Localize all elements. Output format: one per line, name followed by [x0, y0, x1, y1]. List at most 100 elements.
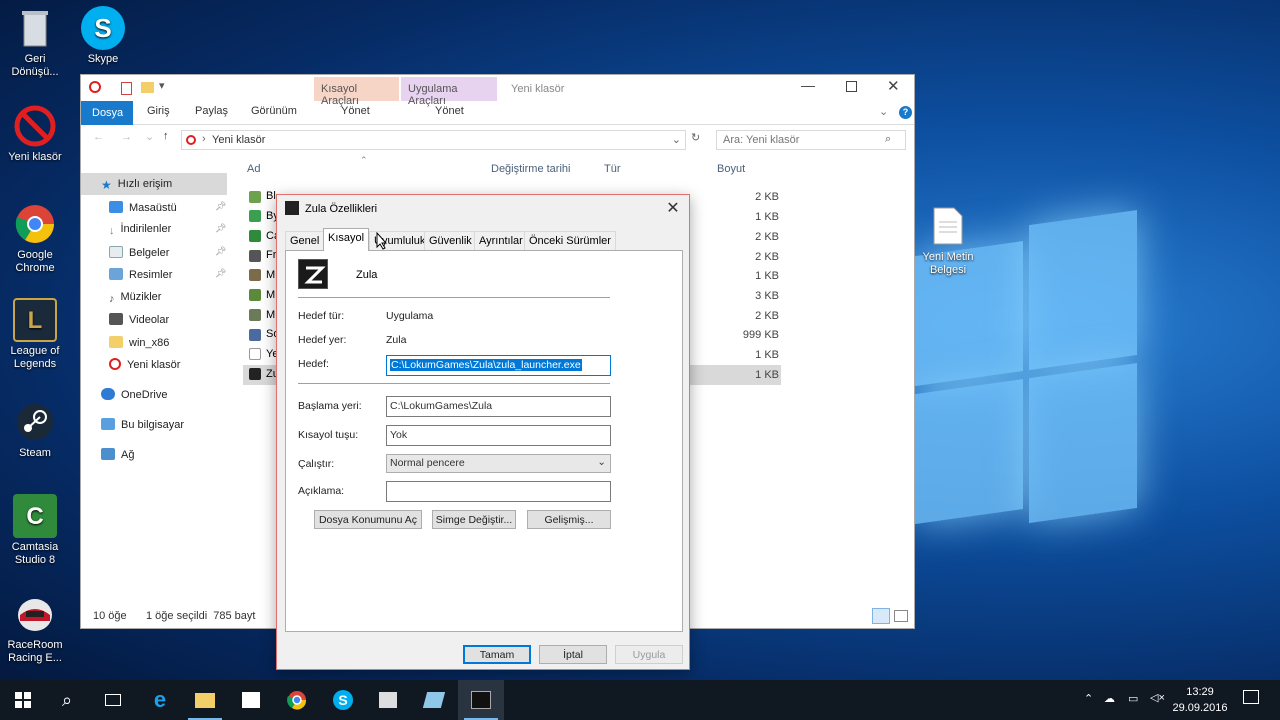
desktop-icon-camtasia[interactable]: C Camtasia Studio 8: [0, 494, 70, 567]
properties-dialog: Zula Özellikleri ✕ Genel Kısayol Uyumlul…: [276, 194, 690, 670]
store-icon: [242, 692, 260, 708]
change-icon-button[interactable]: Simge Değiştir...: [432, 510, 516, 529]
tab-previous-versions[interactable]: Önceki Sürümler: [524, 231, 616, 251]
run-select[interactable]: Normal pencere ⌄: [386, 454, 611, 473]
minimize-button[interactable]: —: [801, 77, 815, 93]
desktop-icon-skype[interactable]: S Skype: [68, 6, 138, 66]
task-view-button[interactable]: [90, 680, 136, 720]
nav-network[interactable]: Ağ: [101, 445, 231, 465]
help-icon[interactable]: ?: [899, 106, 912, 119]
desktop-icon-steam[interactable]: Steam: [0, 400, 70, 460]
maximize-button[interactable]: [846, 81, 857, 92]
taskbar-skype[interactable]: S: [320, 680, 366, 720]
tab-share[interactable]: Paylaş: [195, 105, 228, 117]
nav-onedrive[interactable]: OneDrive: [101, 385, 231, 405]
column-type[interactable]: Tür: [604, 163, 621, 175]
target-type-value: Uygulama: [386, 310, 434, 322]
desktop-icon-chrome[interactable]: Google Chrome: [0, 202, 70, 275]
comment-label: Açıklama:: [298, 485, 345, 497]
run-select-value: Normal pencere: [390, 457, 465, 469]
ok-button[interactable]: Tamam: [463, 645, 531, 664]
volume-muted-icon[interactable]: ◁×: [1150, 691, 1165, 704]
open-file-location-button[interactable]: Dosya Konumunu Aç: [314, 510, 422, 529]
comment-input[interactable]: [386, 481, 611, 502]
shortcut-key-input[interactable]: Yok: [386, 425, 611, 446]
dialog-tabs: Genel Kısayol Uyumluluk Güvenlik Ayrıntı…: [285, 228, 683, 251]
desktop-icon-league[interactable]: L League of Legends: [0, 298, 70, 371]
shortcut-icon: [249, 309, 261, 321]
search-input[interactable]: Ara: Yeni klasör: [716, 130, 906, 150]
target-input[interactable]: C:\LokumGames\Zula\zula_launcher.exe: [386, 355, 611, 376]
start-button[interactable]: [0, 680, 46, 720]
start-in-label: Başlama yeri:: [298, 400, 362, 412]
quick-access-dropdown-icon[interactable]: ▾: [159, 79, 165, 92]
clock-date[interactable]: 29.09.2016: [1170, 702, 1230, 714]
up-button[interactable]: ↑: [163, 130, 169, 142]
desktop-icon-recycle-bin[interactable]: Geri Dönüşü...: [0, 6, 70, 79]
desktop-icon-raceroom[interactable]: RaceRoom Racing E...: [0, 592, 70, 665]
tab-security[interactable]: Güvenlik: [424, 231, 477, 251]
search-icon[interactable]: ⌕: [885, 133, 891, 146]
nav-item-win-x86[interactable]: win_x86: [109, 333, 239, 353]
column-name[interactable]: Ad: [247, 163, 260, 175]
details-view-icon[interactable]: [872, 608, 890, 624]
start-in-input[interactable]: C:\LokumGames\Zula: [386, 396, 611, 417]
taskbar-app[interactable]: [411, 680, 457, 720]
tab-general[interactable]: Genel: [285, 231, 325, 251]
advanced-button[interactable]: Gelişmiş...: [527, 510, 611, 529]
tray-app-icon[interactable]: ☁: [1104, 692, 1115, 705]
recent-dropdown-icon[interactable]: ⌄: [145, 130, 154, 143]
no-entry-icon: [89, 81, 101, 93]
shortcut-icon: [249, 329, 261, 341]
ribbon-tabs: Dosya Giriş Paylaş Görünüm Yönet Yönet ⌄…: [81, 101, 914, 125]
tab-view[interactable]: Görünüm: [251, 105, 297, 117]
taskbar-edge[interactable]: e: [137, 680, 183, 720]
folder-icon[interactable]: [141, 82, 154, 93]
address-dropdown-icon[interactable]: ⌄: [672, 133, 681, 146]
tab-shortcut[interactable]: Kısayol: [323, 228, 370, 251]
cancel-button[interactable]: İptal: [539, 645, 607, 664]
ribbon-expand-icon[interactable]: ⌄: [879, 105, 888, 118]
taskbar-chrome[interactable]: [274, 680, 320, 720]
notifications-icon[interactable]: [1243, 690, 1259, 704]
tab-home[interactable]: Giriş: [147, 105, 170, 117]
clock-time[interactable]: 13:29: [1176, 686, 1224, 698]
desktop-icon: [109, 201, 123, 213]
network-icon[interactable]: ▭: [1128, 692, 1138, 705]
column-modified[interactable]: Değiştirme tarihi: [491, 163, 570, 175]
target-label: Hedef:: [298, 358, 329, 370]
forward-button[interactable]: →: [121, 131, 132, 143]
desktop-icon-text-document[interactable]: Yeni Metin Belgesi: [913, 204, 983, 277]
taskbar-zula[interactable]: [458, 680, 504, 720]
shortcut-icon: [249, 230, 261, 242]
videos-icon: [109, 313, 123, 325]
column-size[interactable]: Boyut: [717, 163, 745, 175]
nav-item-new-folder[interactable]: Yeni klasör: [109, 355, 239, 375]
chevron-down-icon: ⌄: [597, 456, 606, 468]
nav-this-pc[interactable]: Bu bilgisayar: [101, 415, 231, 435]
large-icons-view-icon[interactable]: [894, 610, 908, 622]
search-button[interactable]: ⌕: [44, 680, 90, 720]
properties-icon[interactable]: [121, 82, 132, 95]
tab-file[interactable]: Dosya: [81, 101, 133, 125]
taskbar-file-explorer[interactable]: [182, 680, 228, 720]
tray-show-hidden-icon[interactable]: ⌃: [1084, 692, 1093, 705]
close-button[interactable]: ✕: [887, 77, 900, 95]
breadcrumb: Yeni klasör: [212, 134, 266, 146]
league-icon: L: [13, 298, 57, 342]
apply-button[interactable]: Uygula: [615, 645, 683, 664]
taskbar-store[interactable]: [228, 680, 274, 720]
tab-shortcut-manage[interactable]: Yönet: [341, 105, 370, 117]
nav-item-music[interactable]: ♪ Müzikler: [109, 288, 239, 308]
nav-item-videos[interactable]: Videolar: [109, 310, 239, 330]
tab-app-manage[interactable]: Yönet: [435, 105, 464, 117]
desktop-icon-new-folder[interactable]: Yeni klasör: [0, 104, 70, 164]
nav-quick-access[interactable]: ★ Hızlı erişim: [101, 175, 231, 195]
back-button[interactable]: ←: [93, 131, 104, 143]
refresh-icon[interactable]: ↻: [691, 131, 700, 144]
dialog-close-button[interactable]: ✕: [663, 198, 683, 218]
tab-details[interactable]: Ayrıntılar: [474, 231, 528, 251]
taskbar-app[interactable]: [365, 680, 411, 720]
target-location-label: Hedef yer:: [298, 334, 347, 346]
address-bar[interactable]: › Yeni klasör ⌄: [181, 130, 686, 150]
